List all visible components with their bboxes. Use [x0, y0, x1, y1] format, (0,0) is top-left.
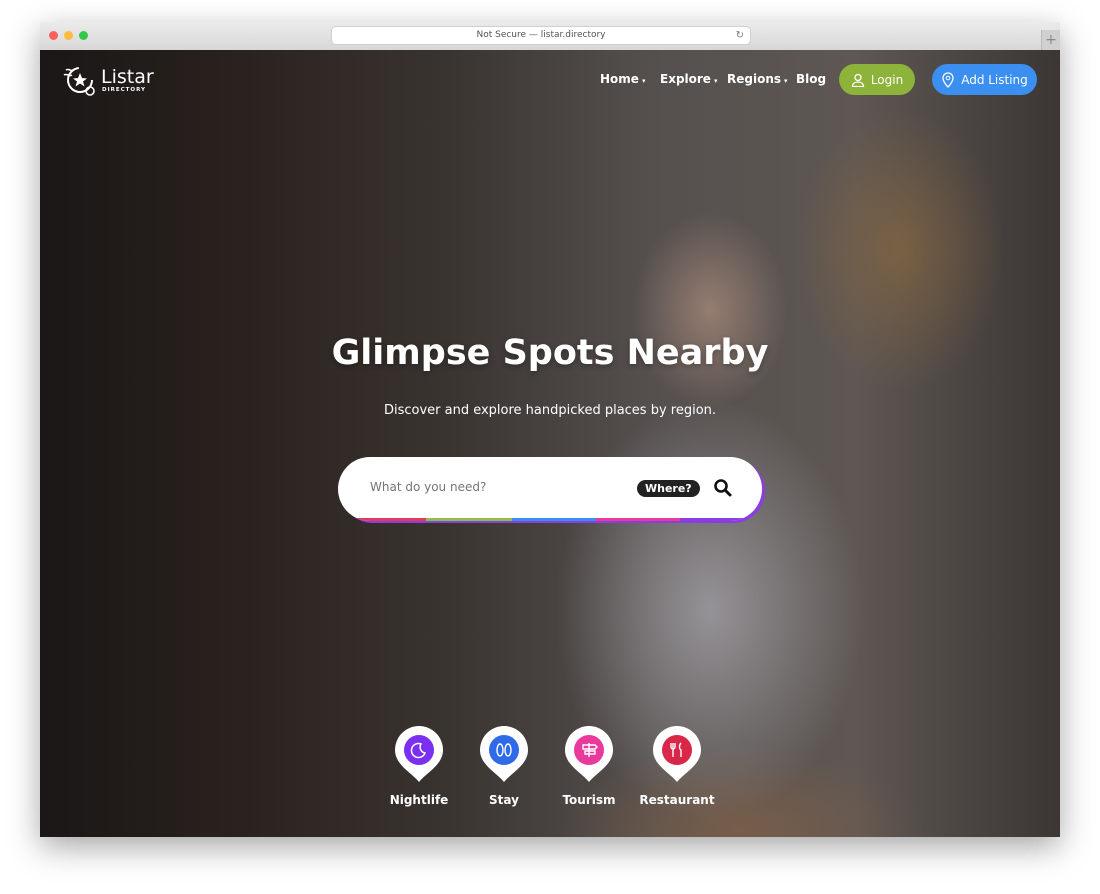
search-bar: Where? [338, 457, 762, 521]
accent-bar-blue [512, 518, 596, 521]
hero-section: Listar DIRECTORY Home ▾ Explore ▾ Regions ▾ … [40, 50, 1060, 837]
where-location-button[interactable]: Where? [637, 480, 700, 497]
hero-title: Glimpse Spots Nearby [331, 333, 769, 373]
category-label: Tourism [562, 793, 616, 807]
category-label: Restaurant [639, 793, 715, 807]
browser-window: Not Secure — listar.directory ↻ + Listar D… [40, 22, 1060, 837]
logo-name: Listar [101, 66, 154, 88]
login-label: Login [870, 72, 904, 87]
user-icon [851, 73, 864, 87]
map-pin-icon [942, 71, 954, 88]
category-stay[interactable]: Stay [464, 725, 544, 807]
nav-blog[interactable]: Blog [796, 72, 826, 86]
reload-icon[interactable]: ↻ [736, 27, 744, 44]
maximize-window-button[interactable] [79, 31, 88, 40]
login-button[interactable]: Login [839, 64, 915, 95]
accent-bar-red [338, 518, 426, 521]
logo[interactable]: Listar DIRECTORY [62, 64, 154, 98]
chevron-down-icon: ▾ [784, 77, 788, 85]
search-input[interactable] [368, 479, 612, 495]
hero-subtitle: Discover and explore handpicked places b… [383, 403, 717, 418]
category-pin [652, 725, 702, 783]
category-nightlife[interactable]: Nightlife [379, 725, 459, 807]
category-pin [394, 725, 444, 783]
nav-regions-label: Regions [727, 72, 782, 86]
category-label: Stay [489, 793, 519, 807]
category-pin [479, 725, 529, 783]
url-text: Not Secure — listar.directory [476, 30, 606, 40]
category-restaurant[interactable]: Restaurant [637, 725, 717, 807]
accent-bar-green [426, 518, 512, 521]
new-tab-button[interactable]: + [1041, 30, 1060, 50]
nav-regions[interactable]: Regions ▾ [727, 72, 788, 86]
browser-toolbar: Not Secure — listar.directory ↻ + [40, 22, 1060, 51]
site-header: Listar DIRECTORY Home ▾ Explore ▾ Regions ▾ … [40, 50, 1060, 110]
nav-home-label: Home [600, 72, 639, 86]
accent-bar-purple [680, 518, 762, 521]
minimize-window-button[interactable] [64, 31, 73, 40]
chevron-down-icon: ▾ [713, 77, 718, 85]
category-pin [564, 725, 614, 783]
add-listing-label: Add Listing [961, 72, 1028, 87]
category-label: Nightlife [389, 793, 449, 807]
accent-bar-pink [596, 518, 680, 521]
category-tourism[interactable]: Tourism [549, 725, 629, 807]
close-window-button[interactable] [49, 31, 58, 40]
search-icon[interactable] [713, 478, 733, 498]
nav-explore-label: Explore [660, 72, 711, 86]
nav-home[interactable]: Home ▾ [600, 72, 645, 86]
add-listing-button[interactable]: Add Listing [932, 64, 1037, 95]
nav-explore[interactable]: Explore ▾ [660, 72, 717, 86]
chevron-down-icon: ▾ [641, 77, 646, 85]
logo-subtitle: DIRECTORY [102, 87, 146, 93]
logo-icon [63, 67, 95, 96]
address-bar[interactable]: Not Secure — listar.directory ↻ [332, 27, 750, 44]
